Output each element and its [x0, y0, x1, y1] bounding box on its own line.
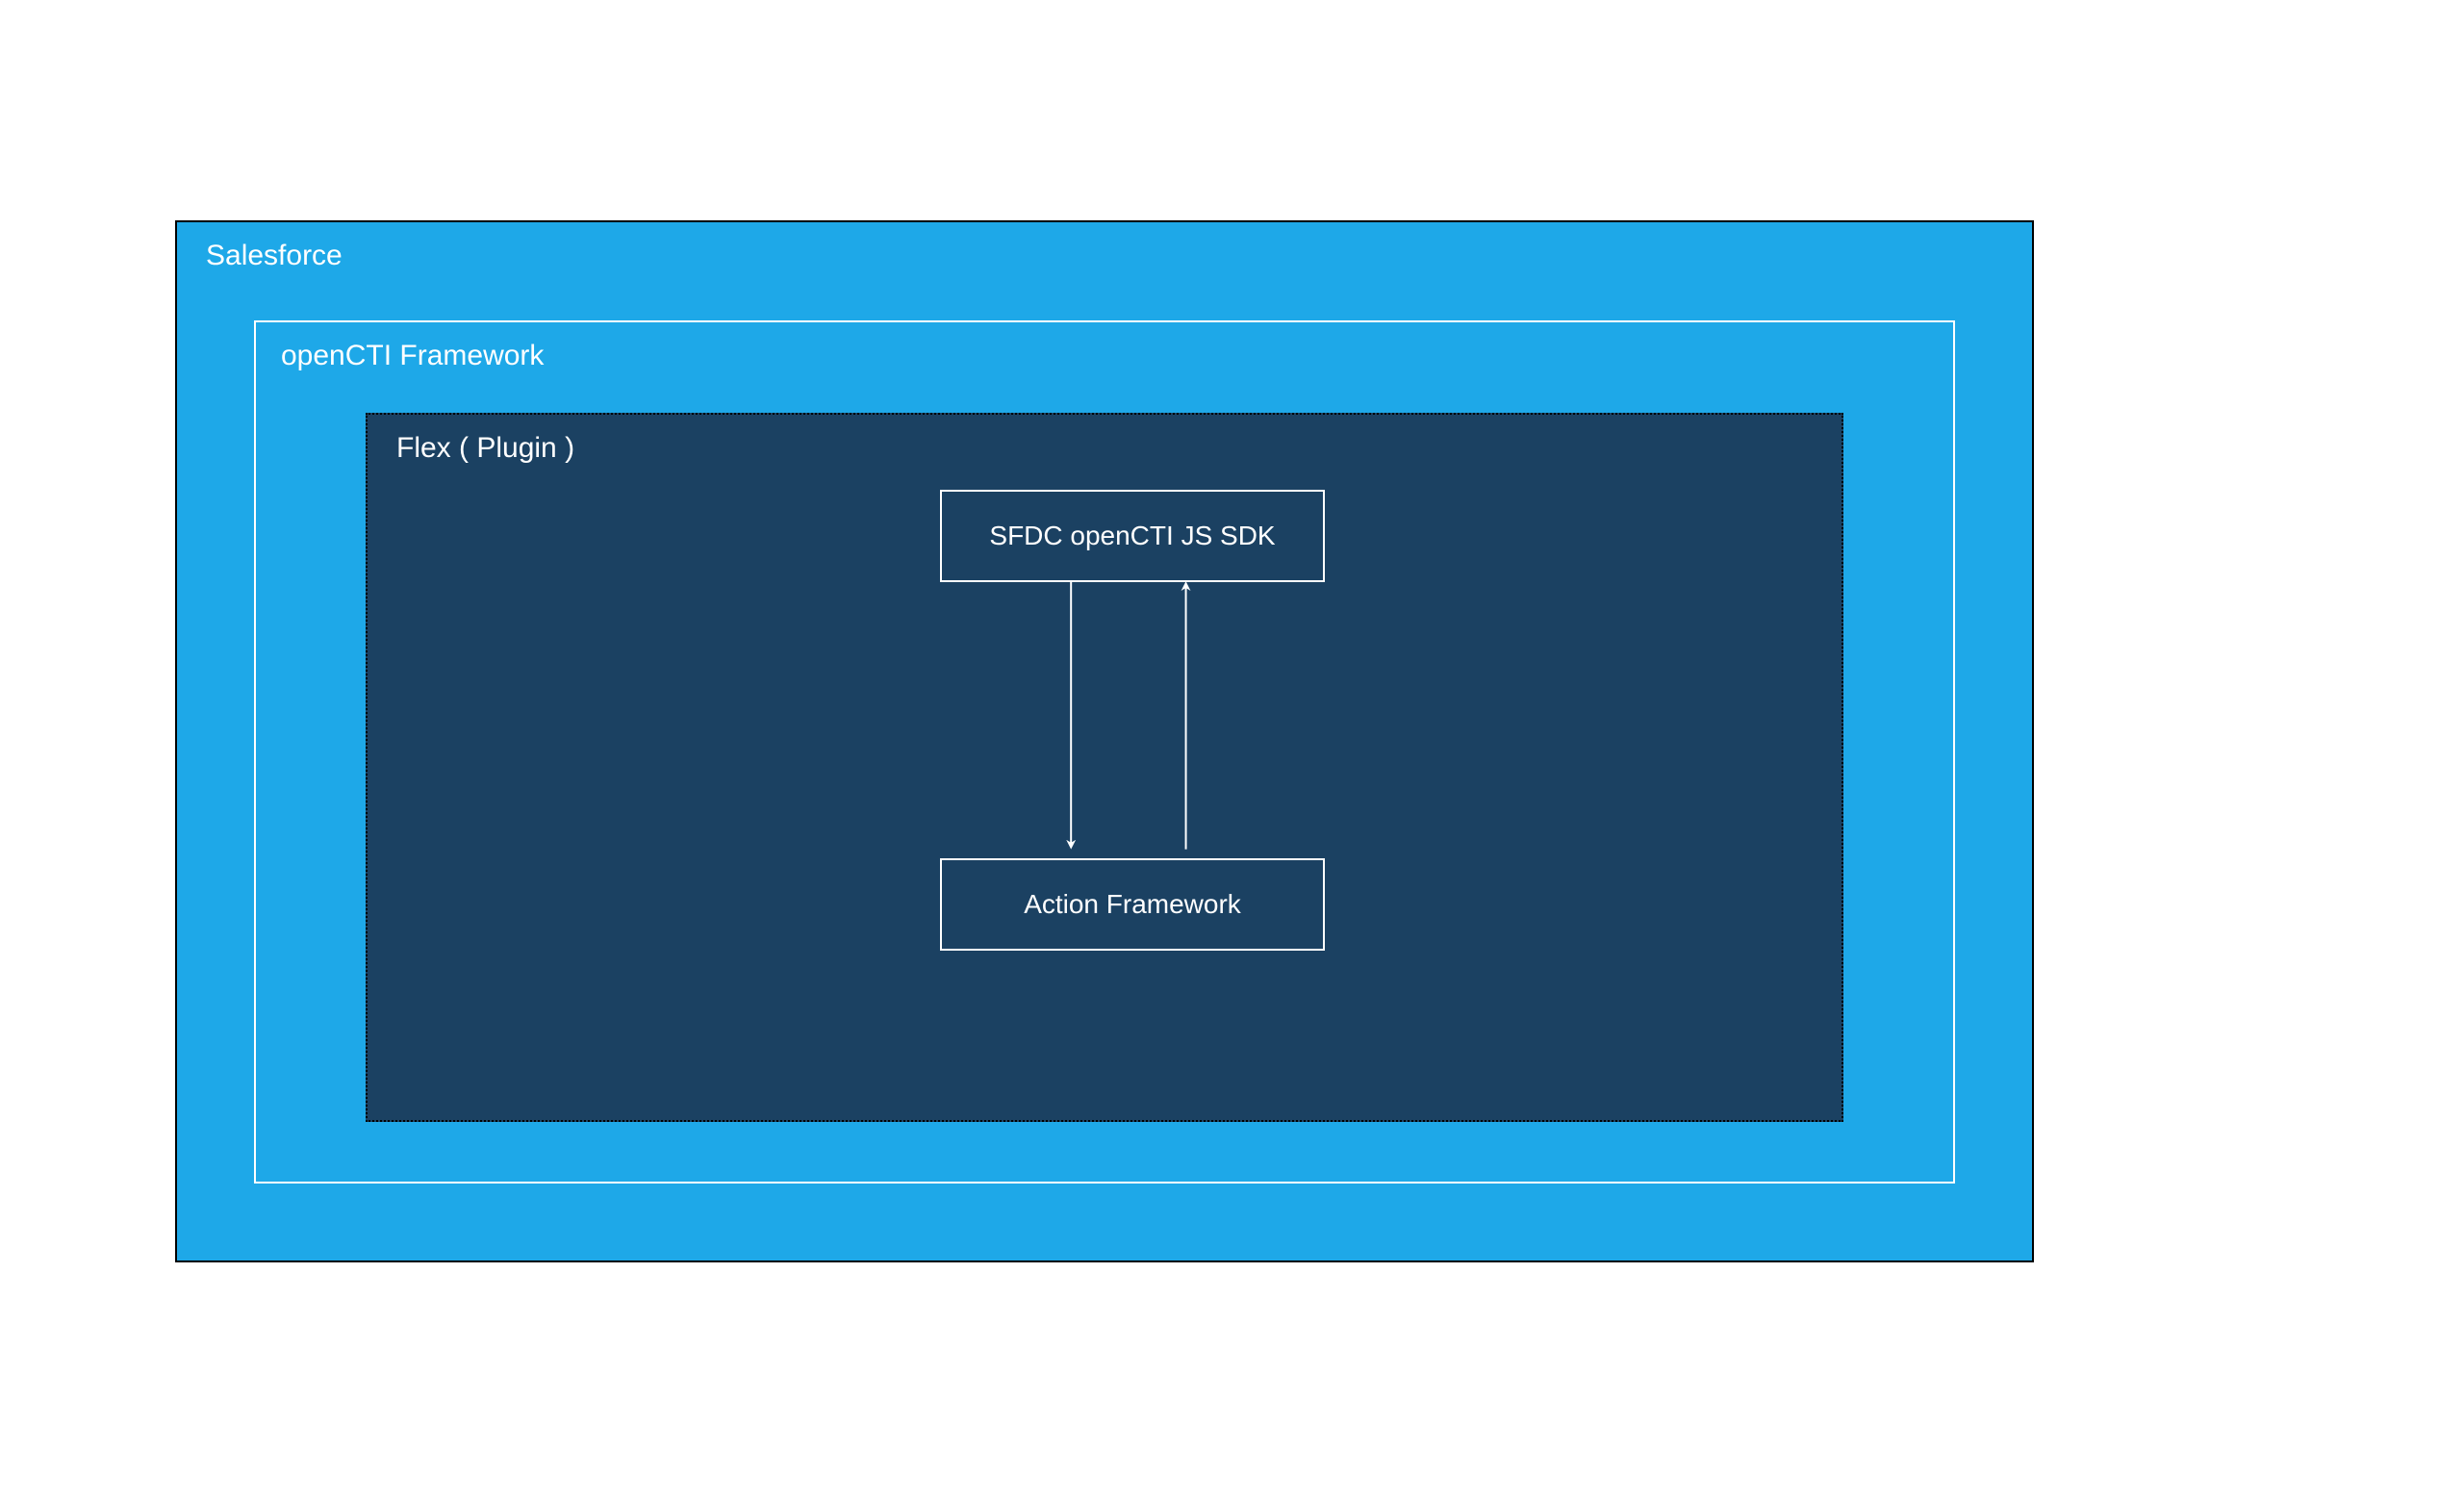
opencti-framework-container: openCTI Framework Flex ( Plugin ) SFDC o… — [254, 320, 1955, 1184]
salesforce-container: Salesforce openCTI Framework Flex ( Plug… — [175, 220, 2034, 1262]
flex-plugin-container: Flex ( Plugin ) SFDC openCTI JS SDK Acti… — [366, 413, 1843, 1122]
opencti-framework-label: openCTI Framework — [281, 340, 544, 372]
action-framework-label: Action Framework — [1024, 889, 1241, 920]
action-framework-box: Action Framework — [940, 858, 1325, 951]
diagram-canvas: Salesforce openCTI Framework Flex ( Plug… — [175, 220, 2034, 1262]
sfdc-opencti-sdk-box: SFDC openCTI JS SDK — [940, 490, 1325, 582]
sfdc-opencti-sdk-label: SFDC openCTI JS SDK — [989, 521, 1275, 551]
salesforce-label: Salesforce — [206, 240, 343, 272]
flex-plugin-label: Flex ( Plugin ) — [396, 432, 574, 465]
